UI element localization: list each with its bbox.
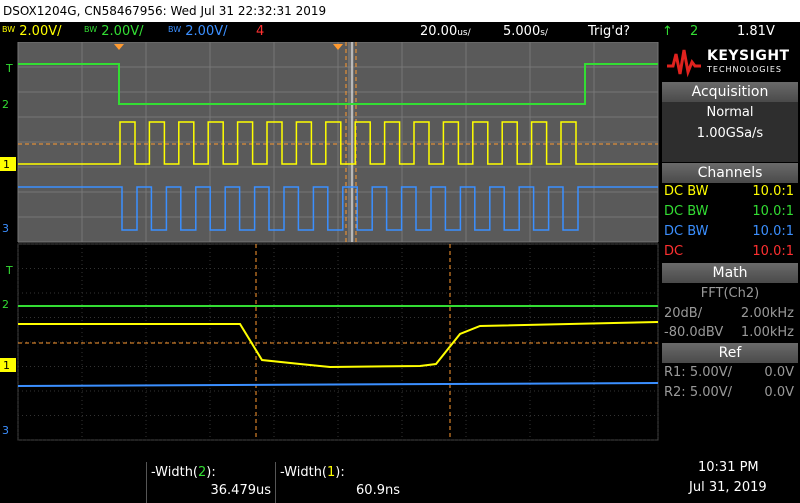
timebase-scale-unit: us/ <box>457 28 471 38</box>
ch3-bw-label: BW <box>168 25 182 34</box>
meas-1-value: 36.479us <box>210 483 272 498</box>
ch3-ground-marker-main: 3 <box>2 222 9 235</box>
ref-2-offset: 0.0V <box>764 385 794 400</box>
ref-1-scale-value: 5.00V/ <box>689 365 733 380</box>
ref-1-scale: R1: 5.00V/ <box>664 363 732 383</box>
trigger-level[interactable]: 1.81V <box>737 22 775 42</box>
brand-name: KEYSIGHT <box>707 48 790 64</box>
timebase-scale-value: 20.00 <box>420 24 458 39</box>
timebase-delay-unit: s/ <box>540 28 548 38</box>
math-center: 1.00kHz <box>740 325 794 340</box>
channel-4-coupling: DC <box>664 244 684 259</box>
title-text: DSOX1204G, CN58467956: Wed Jul 31 22:32:… <box>3 4 327 18</box>
ch1-ground-marker-main: 1 <box>3 158 10 171</box>
brand-sub: TECHNOLOGIES <box>707 65 782 74</box>
ref-2-label: R2: <box>664 385 686 400</box>
channels-header[interactable]: Channels <box>662 163 798 183</box>
ch2-bw-label: BW <box>84 25 98 34</box>
ch1-bw-label: BW <box>2 25 16 34</box>
title-bar: DSOX1204G, CN58467956: Wed Jul 31 22:32:… <box>0 0 800 22</box>
ch2-scale-field[interactable]: BW 2.00V/ <box>84 22 143 42</box>
channel-4-probe: 10.0:1 <box>752 244 794 259</box>
channel-row-3[interactable]: DC BW 10.0:1 <box>662 222 798 242</box>
trigger-source[interactable]: 2 <box>690 22 698 42</box>
ref-1-offset: 0.0V <box>764 365 794 380</box>
timebase-scale[interactable]: 20.00us/ <box>420 22 471 43</box>
channel-2-coupling: DC BW <box>664 204 709 219</box>
ch4-scale: 4 <box>256 24 265 39</box>
meas-2-label-end: ): <box>335 465 345 480</box>
acquisition-rate: 1.00GSa/s <box>696 126 764 141</box>
ch2-ground-marker-main: 2 <box>2 98 9 111</box>
meas-1-label: -Width( <box>151 465 199 480</box>
ch3-ground-marker-zoom: 3 <box>2 424 9 437</box>
math-row-1: 20dB/2.00kHz <box>662 304 798 324</box>
waveform-display[interactable]: T 2 1 3 T 2 1 3 <box>0 42 660 462</box>
acquisition-header[interactable]: Acquisition <box>662 82 798 102</box>
meas-1-label-end: ): <box>206 465 216 480</box>
measurement-width-ch2[interactable]: -Width(2): 36.479us <box>146 462 275 503</box>
ch1-ground-marker-zoom: 1 <box>3 359 10 372</box>
math-row-2: -80.0dBV 1.00kHz <box>662 323 798 343</box>
ref-row-2: R2: 5.00V/0.0V <box>662 383 798 403</box>
ch3-scale-field[interactable]: BW 2.00V/ <box>168 22 227 42</box>
math-header[interactable]: Math <box>662 263 798 283</box>
channel-row-1[interactable]: DC BW 10.0:1 <box>662 182 798 202</box>
math-span: 2.00kHz <box>740 306 794 321</box>
channel-1-coupling: DC BW <box>664 184 709 199</box>
trigger-marker-zoom: T <box>5 264 13 277</box>
channel-1-probe: 10.0:1 <box>752 184 794 199</box>
trigger-marker-main: T <box>5 62 13 75</box>
meas-2-value: 60.9ns <box>356 483 400 498</box>
ch4-scale-field[interactable]: 4 <box>256 22 264 42</box>
math-function: FFT(Ch2) <box>700 286 760 301</box>
ref-1-label: R1: <box>664 365 686 380</box>
top-status-bar: BW 2.00V/ BW 2.00V/ BW 2.00V/ 4 20.00us/… <box>0 22 673 43</box>
channel-3-probe: 10.0:1 <box>752 224 794 239</box>
ref-row-1: R1: 5.00V/0.0V <box>662 363 798 383</box>
trigger-status: Trig'd? <box>588 24 630 39</box>
timebase-delay-value: 5.000 <box>503 24 541 39</box>
channel-row-4[interactable]: DC 10.0:1 <box>662 242 798 262</box>
ch1-scale: 2.00V/ <box>19 24 62 39</box>
measurement-width-ch1[interactable]: -Width(1): 60.9ns <box>275 462 404 503</box>
ref-2-scale-value: 5.00V/ <box>689 385 733 400</box>
ch3-scale: 2.00V/ <box>185 24 228 39</box>
ch1-scale-field[interactable]: BW 2.00V/ <box>2 22 61 42</box>
math-scale: 20dB/ <box>664 306 703 321</box>
channel-row-2[interactable]: DC BW 10.0:1 <box>662 202 798 222</box>
timebase-delay[interactable]: 5.000s/ <box>503 22 548 43</box>
ref-2-scale: R2: 5.00V/ <box>664 383 732 403</box>
clock-time: 10:31 PM <box>698 460 759 475</box>
channel-2-probe: 10.0:1 <box>752 204 794 219</box>
ch2-ground-marker-zoom: 2 <box>2 298 9 311</box>
clock-date: Jul 31, 2019 <box>689 480 767 495</box>
meas-2-label: -Width( <box>280 465 328 480</box>
acquisition-mode: Normal <box>706 105 754 120</box>
ch2-scale: 2.00V/ <box>101 24 144 39</box>
channel-3-coupling: DC BW <box>664 224 709 239</box>
ref-header[interactable]: Ref <box>662 343 798 363</box>
zoom-window <box>348 42 354 242</box>
math-offset: -80.0dBV <box>664 325 724 340</box>
trigger-slope-icon: ↑ <box>662 24 673 39</box>
